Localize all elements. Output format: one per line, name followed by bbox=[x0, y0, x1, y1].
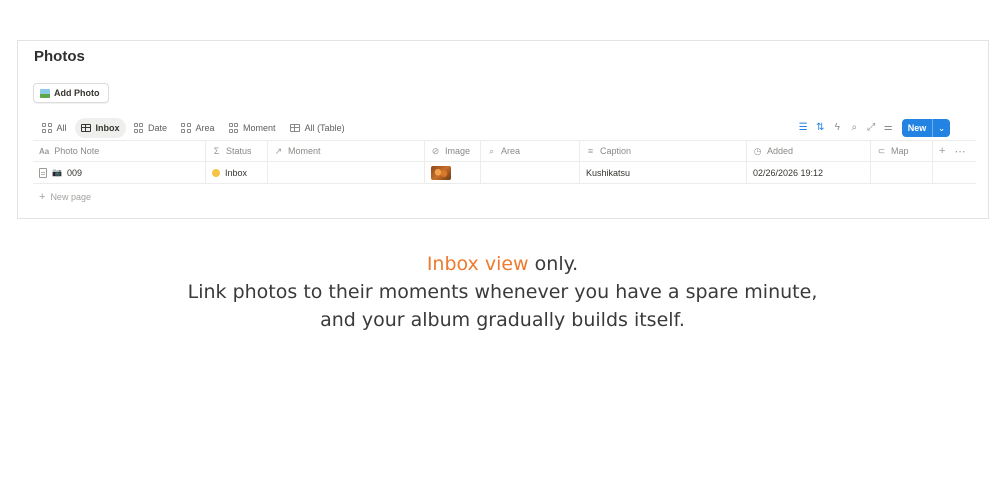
sigma-icon: Σ bbox=[213, 146, 220, 156]
food-thumbnail[interactable] bbox=[431, 165, 451, 180]
table-icon bbox=[289, 124, 300, 132]
new-button-label: New bbox=[907, 123, 927, 133]
column-header-map[interactable]: ⊂ Map bbox=[871, 141, 933, 161]
cell-caption[interactable]: Kushikatsu bbox=[580, 162, 747, 183]
column-header-caption[interactable]: ≡ Caption bbox=[580, 141, 747, 161]
cell-moment[interactable] bbox=[268, 162, 425, 183]
caption-value: Kushikatsu bbox=[586, 167, 631, 178]
view-toolbar: ☰ ⇅ ϟ ⌕ ⤢ ⚌ New ⌄ bbox=[798, 119, 950, 137]
tab-area[interactable]: Area bbox=[175, 118, 221, 138]
cell-photo-note[interactable]: 📷 009 bbox=[33, 162, 206, 183]
column-label: Image bbox=[445, 146, 471, 156]
caption-line-3: and your album gradually builds itself. bbox=[320, 309, 685, 331]
column-label: Photo Note bbox=[54, 146, 100, 156]
settings-icon[interactable]: ⚌ bbox=[883, 122, 894, 134]
status-dot bbox=[212, 168, 220, 177]
sort-icon[interactable]: ⇅ bbox=[815, 122, 826, 134]
status-value: Inbox bbox=[225, 167, 248, 178]
tab-all[interactable]: All bbox=[36, 118, 73, 138]
column-label: Map bbox=[891, 146, 909, 156]
add-photo-label: Add Photo bbox=[54, 88, 100, 98]
chevron-down-icon[interactable]: ⌄ bbox=[932, 119, 950, 137]
caption-line-1: Inbox view only. bbox=[0, 250, 1005, 278]
database-table: Aa Photo Note Σ Status ↗ Moment ⊘ Image … bbox=[33, 140, 976, 184]
table-row[interactable]: 📷 009 Inbox Kushikatsu 02/26/2026 19:12 bbox=[33, 162, 976, 184]
add-column-icon[interactable]: + bbox=[939, 145, 945, 157]
column-header-moment[interactable]: ↗ Moment bbox=[268, 141, 425, 161]
database-panel: Photos Add Photo All Inbox Date Area Mom… bbox=[17, 40, 989, 219]
caption-line-2: Link photos to their moments whenever yo… bbox=[187, 281, 818, 303]
caption-line-1-rest: only. bbox=[528, 253, 579, 275]
tab-label: Inbox bbox=[95, 123, 120, 133]
tab-label: Area bbox=[195, 123, 215, 133]
filter-icon[interactable]: ☰ bbox=[798, 122, 809, 134]
new-button[interactable]: New ⌄ bbox=[901, 119, 950, 137]
clock-icon: ◷ bbox=[753, 145, 762, 156]
grid-icon bbox=[181, 123, 191, 133]
cell-added[interactable]: 02/26/2026 19:12 bbox=[747, 162, 871, 183]
cell-area[interactable] bbox=[481, 162, 580, 183]
added-value: 02/26/2026 19:12 bbox=[753, 167, 824, 178]
column-header-image[interactable]: ⊘ Image bbox=[425, 141, 481, 161]
column-label: Status bbox=[226, 146, 252, 156]
photo-note-value: 009 bbox=[66, 167, 82, 178]
tab-inbox[interactable]: Inbox bbox=[74, 118, 126, 138]
grid-icon bbox=[42, 123, 52, 133]
column-header-status[interactable]: Σ Status bbox=[206, 141, 268, 161]
column-header-photo-note[interactable]: Aa Photo Note bbox=[33, 141, 206, 161]
paperclip-icon: ⊘ bbox=[431, 145, 440, 156]
text-icon: Aa bbox=[39, 146, 50, 156]
tab-date[interactable]: Date bbox=[128, 118, 174, 138]
header-actions: + ⋯ bbox=[933, 141, 965, 161]
promo-caption: Inbox view only. Link photos to their mo… bbox=[0, 250, 1005, 334]
tab-label: All bbox=[56, 123, 67, 133]
tab-label: All (Table) bbox=[304, 123, 345, 133]
tab-moment[interactable]: Moment bbox=[223, 118, 282, 138]
search-icon[interactable]: ⌕ bbox=[849, 122, 860, 134]
cell-image[interactable] bbox=[425, 162, 481, 183]
tab-label: Date bbox=[148, 123, 168, 133]
column-header-area[interactable]: ⌕ Area bbox=[481, 141, 580, 161]
new-page-label: New page bbox=[50, 192, 91, 202]
plus-icon: + bbox=[39, 191, 46, 203]
view-tabs: All Inbox Date Area Moment All (Table) bbox=[36, 118, 351, 138]
expand-icon[interactable]: ⤢ bbox=[866, 122, 877, 134]
page-title: Photos bbox=[34, 48, 85, 65]
cell-status[interactable]: Inbox bbox=[206, 162, 268, 183]
cell-empty bbox=[933, 162, 976, 183]
column-label: Moment bbox=[288, 146, 321, 156]
caption-highlight: Inbox view bbox=[426, 253, 529, 275]
lines-icon: ≡ bbox=[587, 146, 594, 156]
grid-icon bbox=[228, 123, 239, 133]
link-icon: ⊂ bbox=[877, 145, 886, 156]
more-icon[interactable]: ⋯ bbox=[954, 145, 965, 158]
grid-icon bbox=[133, 123, 144, 133]
cell-map[interactable] bbox=[871, 162, 933, 183]
lightning-icon[interactable]: ϟ bbox=[832, 122, 843, 134]
camera-icon: 📷 bbox=[52, 168, 62, 177]
add-photo-button[interactable]: Add Photo bbox=[33, 83, 109, 103]
relation-arrow-icon: ↗ bbox=[274, 145, 283, 156]
tab-label: Moment bbox=[243, 123, 276, 133]
table-header: Aa Photo Note Σ Status ↗ Moment ⊘ Image … bbox=[33, 140, 976, 162]
page-icon bbox=[39, 167, 47, 178]
tab-all-table[interactable]: All (Table) bbox=[284, 118, 351, 138]
table-icon bbox=[80, 124, 91, 132]
column-label: Caption bbox=[600, 146, 632, 156]
column-label: Area bbox=[501, 146, 521, 156]
column-label: Added bbox=[767, 146, 794, 156]
picture-icon bbox=[40, 88, 50, 98]
search-icon: ⌕ bbox=[488, 145, 495, 156]
column-header-added[interactable]: ◷ Added bbox=[747, 141, 871, 161]
new-page-button[interactable]: + New page bbox=[39, 191, 91, 203]
